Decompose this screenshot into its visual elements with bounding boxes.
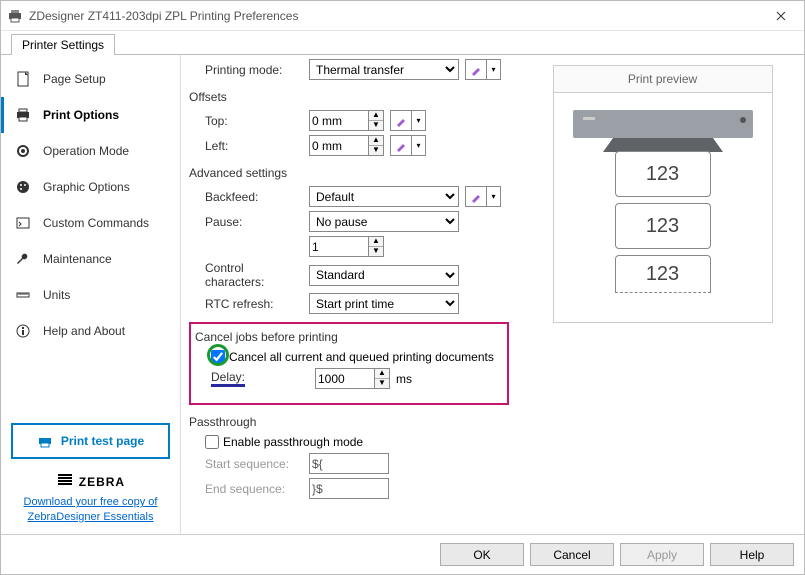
- download-zebradesigner-link[interactable]: Download your free copy of ZebraDesigner…: [11, 495, 170, 524]
- sidebar-item-help-about[interactable]: Help and About: [1, 313, 180, 349]
- test-button-label: Print test page: [61, 434, 144, 448]
- command-icon: [15, 215, 31, 231]
- backfeed-select[interactable]: Default: [309, 186, 459, 207]
- end-seq-input: [309, 478, 389, 499]
- info-icon: [15, 323, 31, 339]
- preview-title: Print preview: [553, 65, 773, 93]
- passthrough-label: Enable passthrough mode: [223, 435, 363, 449]
- edit-backfeed-button[interactable]: ▾: [465, 186, 501, 207]
- offset-top-input[interactable]: [309, 110, 369, 131]
- sidebar-item-operation-mode[interactable]: Operation Mode: [1, 133, 180, 169]
- spinner-buttons[interactable]: ▲▼: [369, 135, 384, 156]
- preview-label: 123: [615, 255, 711, 293]
- settings-panel: Printing mode: Thermal transfer ▾ Offset…: [181, 55, 521, 534]
- spinner-buttons[interactable]: ▲▼: [369, 236, 384, 257]
- cancel-button[interactable]: Cancel: [530, 543, 614, 566]
- ruler-icon: [15, 287, 31, 303]
- window-title: ZDesigner ZT411-203dpi ZPL Printing Pref…: [29, 9, 758, 23]
- sidebar-item-maintenance[interactable]: Maintenance: [1, 241, 180, 277]
- passthrough-checkbox[interactable]: [205, 435, 219, 449]
- sidebar-item-label: Graphic Options: [43, 180, 130, 194]
- offsets-header: Offsets: [189, 90, 509, 104]
- pencil-icon: [395, 115, 407, 127]
- sidebar-item-page-setup[interactable]: Page Setup: [1, 61, 180, 97]
- cancel-all-checkbox[interactable]: [211, 350, 225, 364]
- delay-unit: ms: [396, 372, 412, 386]
- wrench-icon: [15, 251, 31, 267]
- delay-label: Delay:: [211, 370, 309, 387]
- sidebar: Page Setup Print Options Operation Mode …: [1, 55, 181, 534]
- sidebar-item-units[interactable]: Units: [1, 277, 180, 313]
- edit-offset-left-button[interactable]: ▾: [390, 135, 426, 156]
- sidebar-item-label: Custom Commands: [43, 216, 149, 230]
- preview-panel: Print preview 123 123 123: [521, 55, 804, 534]
- preview-label: 123: [615, 203, 711, 249]
- pause-label: Pause:: [205, 215, 303, 229]
- control-chars-select[interactable]: Standard: [309, 265, 459, 286]
- close-button[interactable]: [758, 1, 804, 31]
- edit-printing-mode-button[interactable]: ▾: [465, 59, 501, 80]
- sidebar-item-custom-commands[interactable]: Custom Commands: [1, 205, 180, 241]
- cancel-jobs-highlight: Cancel jobs before printing Cancel all c…: [189, 322, 509, 405]
- zebra-logo: ZEBRA: [11, 473, 170, 491]
- sidebar-item-label: Help and About: [43, 324, 125, 338]
- chevron-down-icon: ▾: [411, 111, 425, 130]
- help-button[interactable]: Help: [710, 543, 794, 566]
- printer-icon: [7, 8, 23, 24]
- printer-graphic: [568, 105, 758, 155]
- delay-input[interactable]: [315, 368, 375, 389]
- preview-label: 123: [615, 151, 711, 197]
- sidebar-item-label: Page Setup: [43, 72, 106, 86]
- edit-offset-top-button[interactable]: ▾: [390, 110, 426, 131]
- apply-button: Apply: [620, 543, 704, 566]
- pause-select[interactable]: No pause: [309, 211, 459, 232]
- passthrough-header: Passthrough: [189, 415, 509, 429]
- sidebar-item-label: Maintenance: [43, 252, 112, 266]
- sidebar-item-label: Operation Mode: [43, 144, 129, 158]
- dialog-footer: OK Cancel Apply Help: [1, 534, 804, 574]
- chevron-down-icon: ▾: [411, 136, 425, 155]
- cancel-all-label: Cancel all current and queued printing d…: [229, 350, 494, 364]
- ok-button[interactable]: OK: [440, 543, 524, 566]
- chevron-down-icon: ▾: [486, 187, 500, 206]
- printing-mode-label: Printing mode:: [205, 63, 303, 77]
- tabstrip: Printer Settings: [1, 31, 804, 55]
- rtc-select[interactable]: Start print time: [309, 293, 459, 314]
- cancel-header: Cancel jobs before printing: [195, 330, 503, 344]
- end-seq-label: End sequence:: [205, 482, 303, 496]
- print-test-page-button[interactable]: Print test page: [11, 423, 170, 459]
- sidebar-item-print-options[interactable]: Print Options: [1, 97, 180, 133]
- spinner-buttons[interactable]: ▲▼: [369, 110, 384, 131]
- offset-top-label: Top:: [205, 114, 303, 128]
- brand-text: ZEBRA: [79, 475, 125, 489]
- pencil-icon: [470, 191, 482, 203]
- titlebar: ZDesigner ZT411-203dpi ZPL Printing Pref…: [1, 1, 804, 31]
- offset-left-label: Left:: [205, 139, 303, 153]
- advanced-header: Advanced settings: [189, 166, 509, 180]
- pencil-icon: [395, 140, 407, 152]
- gear-icon: [15, 143, 31, 159]
- chevron-down-icon: ▾: [486, 60, 500, 79]
- start-seq-label: Start sequence:: [205, 457, 303, 471]
- preview-body: 123 123 123: [553, 93, 773, 323]
- spinner-buttons[interactable]: ▲▼: [375, 368, 390, 389]
- offset-left-input[interactable]: [309, 135, 369, 156]
- printing-mode-select[interactable]: Thermal transfer: [309, 59, 459, 80]
- pause-count-input[interactable]: [309, 236, 369, 257]
- print-icon: [37, 433, 53, 449]
- backfeed-label: Backfeed:: [205, 190, 303, 204]
- print-icon: [15, 107, 31, 123]
- page-icon: [15, 71, 31, 87]
- tab-printer-settings[interactable]: Printer Settings: [11, 34, 115, 55]
- sidebar-item-label: Print Options: [43, 108, 119, 122]
- sidebar-item-graphic-options[interactable]: Graphic Options: [1, 169, 180, 205]
- palette-icon: [15, 179, 31, 195]
- control-chars-label: Control characters:: [205, 261, 303, 289]
- rtc-label: RTC refresh:: [205, 297, 303, 311]
- sidebar-item-label: Units: [43, 288, 70, 302]
- start-seq-input: [309, 453, 389, 474]
- pencil-icon: [470, 64, 482, 76]
- close-icon: [776, 11, 786, 21]
